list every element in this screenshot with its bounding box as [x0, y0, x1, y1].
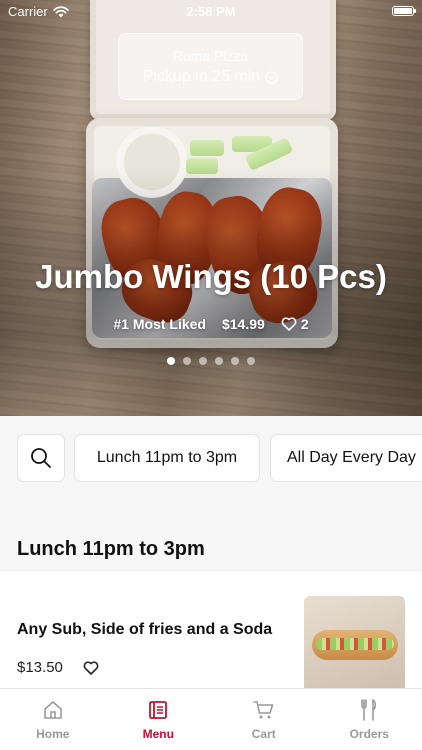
tab-menu[interactable]: Menu: [106, 689, 212, 750]
tab-menu-label: Menu: [142, 727, 174, 741]
tab-cart[interactable]: Cart: [211, 689, 317, 750]
category-pill-lunch[interactable]: Lunch 11pm to 3pm: [74, 434, 260, 482]
search-button[interactable]: [17, 434, 65, 482]
menu-item-price: $13.50: [17, 659, 63, 676]
pickup-eta: Pickup in 25 min: [119, 68, 302, 86]
category-pill-all-day[interactable]: All Day Every Day: [270, 434, 422, 482]
heart-icon[interactable]: [83, 660, 99, 675]
search-icon: [31, 448, 51, 468]
tab-orders-label: Orders: [349, 727, 389, 741]
hero-likes-count: 2: [300, 316, 309, 332]
carousel-dot[interactable]: [231, 357, 239, 365]
sub-filling: [316, 638, 394, 650]
menu-item-image: [304, 596, 405, 689]
category-bar: Lunch 11pm to 3pm All Day Every Day: [0, 416, 422, 502]
tab-cart-label: Cart: [251, 727, 276, 741]
orders-icon: [361, 699, 377, 721]
menu-item-price-row: $13.50: [17, 659, 99, 676]
hero-title: Jumbo Wings (10 Pcs): [35, 258, 387, 295]
chevron-down-circle-icon: [265, 70, 278, 84]
carousel-dot[interactable]: [183, 357, 191, 365]
carousel-dot[interactable]: [215, 357, 223, 365]
carousel-dot[interactable]: [199, 357, 207, 365]
hero-tag: #1 Most Liked: [113, 316, 206, 332]
carousel-dots[interactable]: [0, 357, 422, 365]
menu-item-card[interactable]: Any Sub, Side of fries and a Soda $13.50: [0, 570, 422, 689]
heart-icon: [281, 317, 297, 331]
carousel-dot[interactable]: [247, 357, 255, 365]
tab-bar: Home Menu Cart Orders: [0, 688, 422, 750]
tab-home[interactable]: Home: [0, 689, 106, 750]
store-name: Roma Pizza: [172, 48, 249, 64]
hero-likes[interactable]: 2: [281, 316, 309, 332]
status-bar: Carrier 2:58 PM: [0, 0, 422, 22]
menu-icon: [149, 701, 168, 719]
battery-icon: [392, 6, 416, 16]
pickup-selector[interactable]: Roma Pizza Pickup in 25 min: [118, 33, 303, 100]
status-time: 2:58 PM: [186, 4, 236, 19]
pickup-eta-label: Pickup in 25 min: [142, 68, 261, 85]
home-icon: [43, 701, 62, 719]
section-title: Lunch 11pm to 3pm: [17, 538, 205, 560]
hero-banner[interactable]: Carrier 2:58 PM Roma Pizza Pickup in 25 …: [0, 0, 422, 416]
tab-home-label: Home: [36, 727, 70, 741]
menu-item-name: Any Sub, Side of fries and a Soda: [17, 621, 273, 638]
hero-price: $14.99: [221, 316, 265, 332]
hero-meta: #1 Most Liked $14.99 2: [0, 316, 422, 332]
carousel-dot[interactable]: [167, 357, 175, 365]
tab-orders[interactable]: Orders: [317, 689, 422, 750]
cart-icon: [252, 701, 274, 719]
